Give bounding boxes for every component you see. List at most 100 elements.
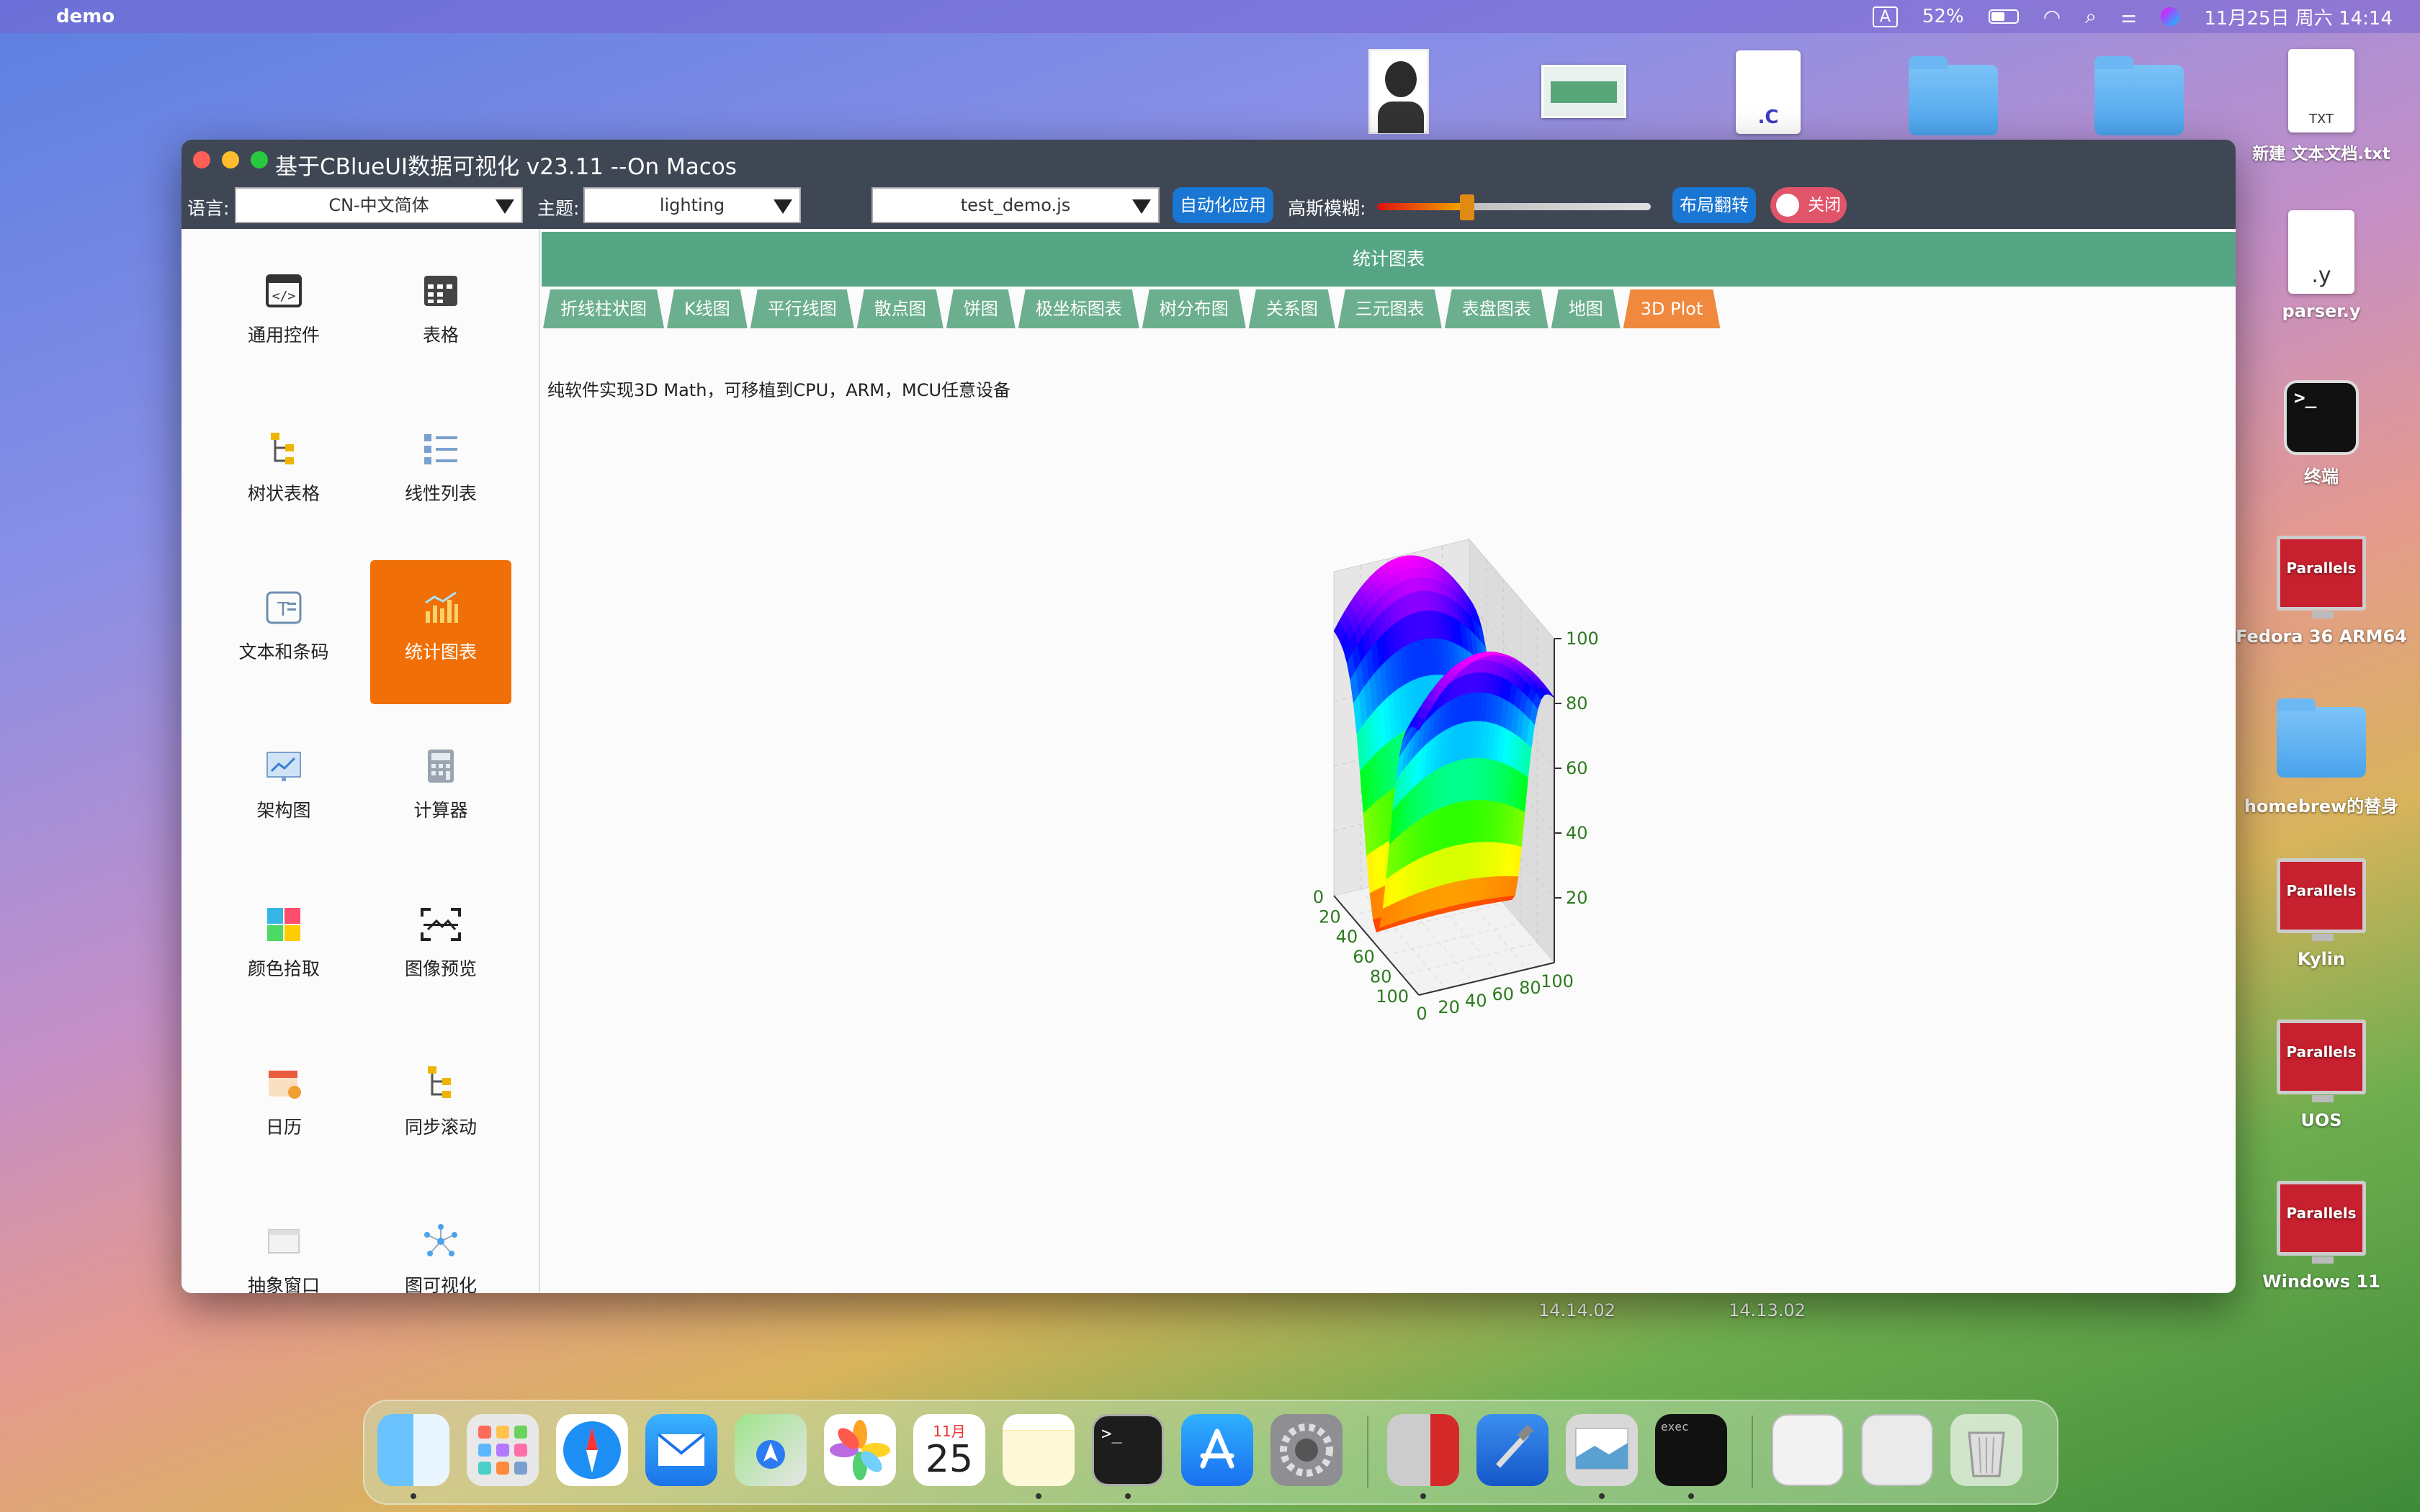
surface-3d-chart[interactable]: 0204060801000 20 40 60 80 10020406080100 — [1031, 413, 1917, 1133]
desktop-item-windows11[interactable]: Parallels Windows 11 — [2234, 1181, 2408, 1292]
diagram-icon — [264, 746, 304, 786]
battery-icon[interactable] — [1988, 9, 2019, 24]
tab-kline[interactable]: K线图 — [667, 289, 748, 328]
sidebar-item-calculator[interactable]: 计算器 — [370, 719, 511, 863]
desktop-item-parser[interactable]: .y parser.y — [2241, 210, 2401, 321]
sidebar: </> 通用控件 表格 树状表格 线性列表 T 文本和条码 统计图表 架构图 计… — [182, 229, 540, 1293]
sidebar-item-charts[interactable]: 统计图表 — [370, 560, 511, 704]
running-indicator — [411, 1493, 416, 1499]
calculator-icon — [421, 746, 461, 786]
app-menu-name[interactable]: demo — [56, 6, 115, 27]
desktop-item-homebrew[interactable]: homebrew的替身 — [2234, 698, 2408, 817]
desktop-item-fedora[interactable]: Parallels Fedora 36 ARM64 — [2234, 536, 2408, 647]
battery-percent[interactable]: 52% — [1922, 6, 1964, 27]
maps-icon[interactable] — [735, 1414, 807, 1486]
control-center-icon[interactable]: ⚌ — [2121, 6, 2137, 27]
running-indicator — [1599, 1493, 1605, 1499]
blur-slider[interactable] — [1377, 194, 1651, 220]
layout-flip-button[interactable]: 布局翻转 — [1672, 187, 1756, 223]
xcode-icon[interactable] — [1476, 1414, 1549, 1486]
dock-divider — [1367, 1416, 1368, 1488]
desktop-folder-icon[interactable] — [1909, 56, 1998, 135]
graph-icon — [421, 1221, 461, 1261]
siri-icon[interactable] — [2161, 7, 2180, 26]
x-tick-label: 60 — [1353, 947, 1375, 967]
minimize-window-button[interactable] — [222, 151, 239, 168]
sidebar-item-sync-scroll[interactable]: 同步滚动 — [370, 1035, 511, 1179]
settings-icon[interactable] — [1270, 1414, 1343, 1486]
desktop-item-kylin[interactable]: Parallels Kylin — [2234, 858, 2408, 969]
sidebar-item-abstract-window[interactable]: 抽象窗口 — [213, 1194, 354, 1293]
language-select[interactable]: CN-中文简体 — [235, 187, 523, 223]
chevron-down-icon — [774, 199, 792, 214]
wifi-icon[interactable]: ◠ — [2043, 5, 2061, 29]
desktop-c-file-icon[interactable]: .C — [1736, 50, 1801, 134]
theme-label: 主题: — [537, 198, 580, 219]
launchpad-icon[interactable] — [467, 1414, 539, 1486]
desktop-item-uos[interactable]: Parallels UOS — [2234, 1020, 2408, 1130]
notes-icon[interactable] — [1003, 1414, 1075, 1486]
tab-gauge[interactable]: 表盘图表 — [1445, 289, 1549, 328]
safari-icon[interactable] — [556, 1414, 628, 1486]
tab-tree-distribution[interactable]: 树分布图 — [1142, 289, 1246, 328]
desktop-item-terminal[interactable]: >_ 终端 — [2241, 380, 2401, 487]
text-icon: T — [264, 588, 304, 628]
sidebar-item-architecture[interactable]: 架构图 — [213, 719, 354, 863]
sidebar-item-image-preview[interactable]: 图像预览 — [370, 877, 511, 1021]
running-indicator — [1688, 1493, 1694, 1499]
tab-relation[interactable]: 关系图 — [1249, 289, 1335, 328]
sidebar-item-color-picker[interactable]: 颜色拾取 — [213, 877, 354, 1021]
sidebar-item-graph-visual[interactable]: 图可视化 — [370, 1194, 511, 1293]
tab-pie[interactable]: 饼图 — [946, 289, 1016, 328]
running-indicator — [1036, 1493, 1041, 1499]
terminal-icon[interactable]: >_ — [1092, 1414, 1164, 1486]
exec-icon[interactable]: exec — [1655, 1414, 1727, 1486]
script-select[interactable]: test_demo.js — [871, 187, 1160, 223]
preview-icon[interactable] — [1566, 1414, 1638, 1486]
calendar-app-icon[interactable]: 11月 25 — [913, 1414, 985, 1486]
tab-parallel[interactable]: 平行线图 — [750, 289, 854, 328]
sidebar-item-text-barcode[interactable]: T 文本和条码 — [213, 560, 354, 704]
parallels-dock-icon[interactable] — [1387, 1414, 1459, 1486]
y-tick-label: 40 — [1465, 991, 1487, 1011]
x-tick-label: 80 — [1370, 966, 1392, 986]
downloads-stack-icon[interactable] — [1861, 1414, 1933, 1486]
theme-select[interactable]: lighting — [583, 187, 801, 223]
tab-line-bar[interactable]: 折线柱状图 — [543, 289, 664, 328]
window-icon — [264, 1221, 304, 1261]
search-icon[interactable]: ⌕ — [2085, 4, 2097, 29]
tab-scatter[interactable]: 散点图 — [857, 289, 944, 328]
zoom-window-button[interactable] — [251, 151, 268, 168]
desktop-photo-icon[interactable] — [1368, 49, 1429, 141]
sidebar-item-widgets[interactable]: </> 通用控件 — [213, 243, 354, 387]
app-store-icon[interactable] — [1181, 1414, 1253, 1486]
app-window: 基于CBlueUI数据可视化 v23.11 --On Macos 语言: CN-… — [182, 140, 2236, 1293]
tab-ternary[interactable]: 三元图表 — [1338, 289, 1442, 328]
sidebar-item-linear-list[interactable]: 线性列表 — [370, 402, 511, 546]
desktop-item-txt[interactable]: TXT 新建 文本文档.txt — [2241, 49, 2401, 164]
close-toggle[interactable]: 关闭 — [1770, 187, 1847, 223]
sidebar-item-calendar[interactable]: 日历 — [213, 1035, 354, 1179]
clock[interactable]: 11月25日 周六 14:14 — [2204, 4, 2393, 30]
desktop-screenshot-thumb[interactable] — [1541, 65, 1626, 118]
mail-icon[interactable] — [645, 1414, 717, 1486]
photos-icon[interactable] — [824, 1414, 896, 1486]
auto-apply-button[interactable]: 自动化应用 — [1173, 187, 1273, 223]
pdf-stack-icon[interactable] — [1772, 1414, 1844, 1486]
close-window-button[interactable] — [193, 151, 210, 168]
desktop-folder-icon[interactable] — [2094, 56, 2184, 135]
blur-label: 高斯模糊: — [1288, 198, 1366, 219]
sidebar-item-table[interactable]: 表格 — [370, 243, 511, 387]
parallels-icon: Parallels — [2277, 536, 2366, 618]
blur-slider-thumb[interactable] — [1460, 194, 1475, 220]
chevron-down-icon — [496, 199, 514, 214]
language-label: 语言: — [187, 198, 230, 219]
input-source-icon[interactable]: A — [1872, 6, 1898, 27]
tab-3d-plot[interactable]: 3D Plot — [1623, 289, 1721, 328]
tab-polar[interactable]: 极坐标图表 — [1018, 289, 1139, 328]
parallels-icon: Parallels — [2277, 1181, 2366, 1264]
sidebar-item-tree-table[interactable]: 树状表格 — [213, 402, 354, 546]
finder-icon[interactable] — [377, 1414, 449, 1486]
tab-map[interactable]: 地图 — [1551, 289, 1621, 328]
trash-icon[interactable] — [1950, 1414, 2022, 1486]
